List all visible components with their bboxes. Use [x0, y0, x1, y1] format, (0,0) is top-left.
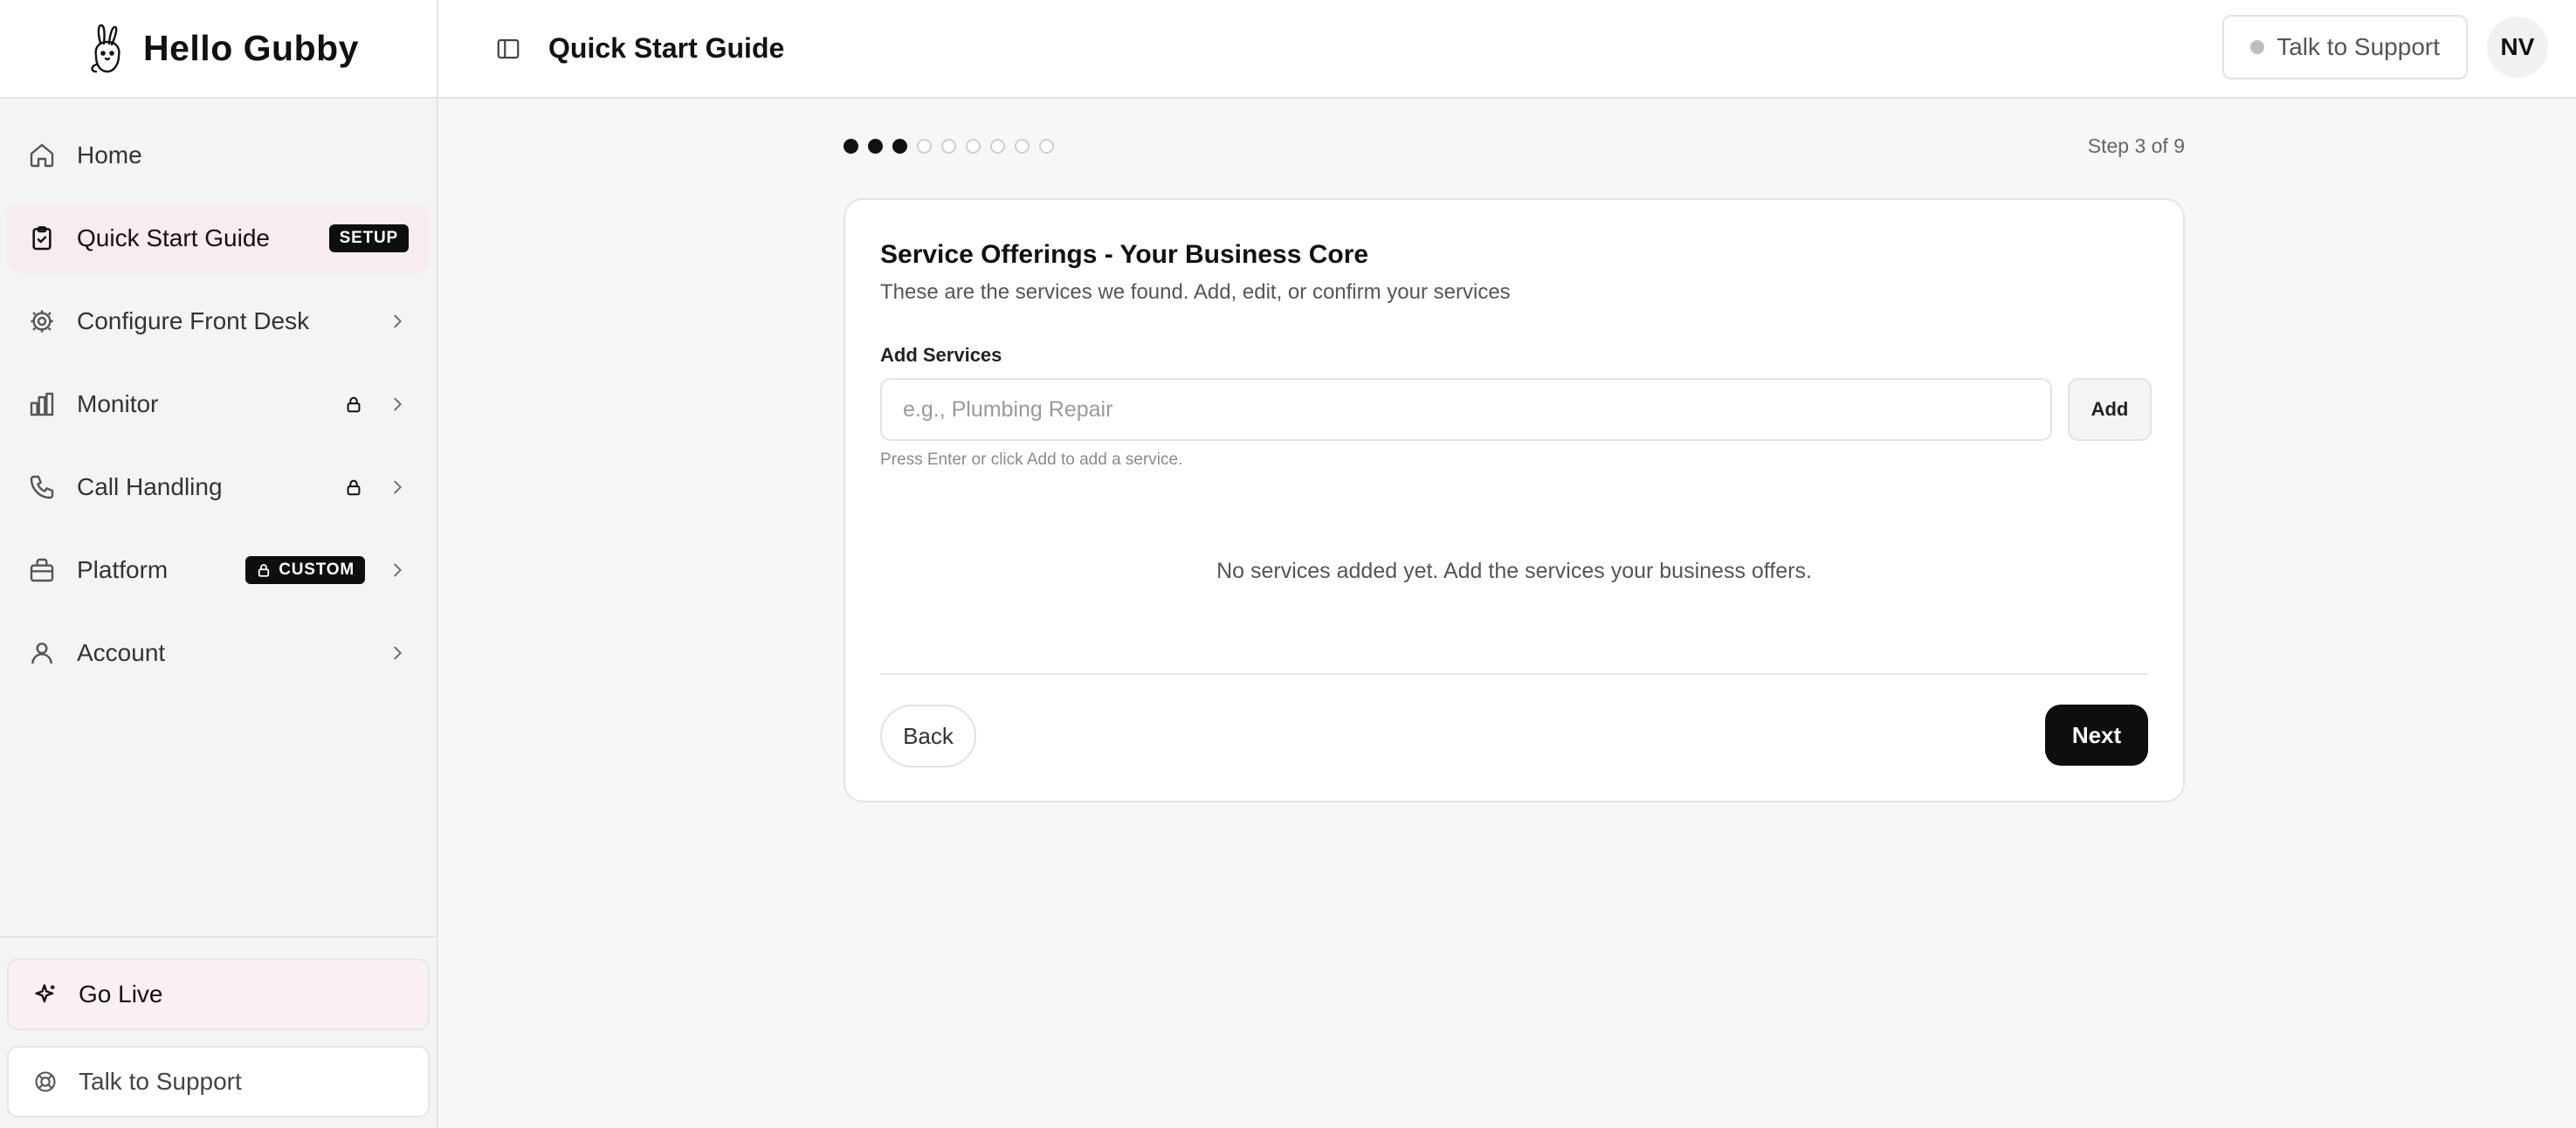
sidebar-toggle-icon[interactable] [492, 33, 524, 65]
lock-icon [342, 393, 365, 416]
go-live-button[interactable]: Go Live [7, 959, 430, 1030]
briefcase-icon [26, 554, 58, 586]
lock-icon [342, 476, 365, 499]
lock-icon [258, 564, 270, 577]
sidebar-item-account[interactable]: Account [7, 618, 430, 688]
chevron-right-icon [386, 476, 409, 499]
input-hint: Press Enter or click Add to add a servic… [880, 451, 1183, 469]
sidebar-nav: Home Quick Start Guide SETUP Configure F… [0, 99, 437, 688]
top-bar: Quick Start Guide Talk to Support NV [438, 0, 2576, 99]
custom-badge: CUSTOM [245, 556, 365, 584]
add-services-label: Add Services [880, 344, 1002, 366]
user-icon [26, 637, 58, 669]
support-label: Talk to Support [79, 1068, 242, 1095]
bar-chart-icon [26, 389, 58, 420]
add-service-button[interactable]: Add [2068, 378, 2152, 441]
sidebar-bottom: Go Live Talk to Support [0, 936, 437, 1128]
sidebar-item-label: Home [77, 141, 142, 169]
sidebar-item-platform[interactable]: Platform CUSTOM [7, 535, 430, 605]
progress-dot [844, 138, 858, 154]
progress-dot [990, 138, 1005, 154]
phone-icon [26, 471, 58, 503]
step-counter: Step 3 of 9 [2087, 134, 2185, 157]
avatar[interactable]: NV [2487, 17, 2548, 78]
setup-badge: SETUP [328, 224, 409, 252]
home-icon [26, 140, 58, 171]
lifebuoy-icon [31, 1068, 59, 1096]
sidebar-item-label: Platform [77, 556, 169, 583]
sidebar-talk-to-support-button[interactable]: Talk to Support [7, 1046, 430, 1118]
sidebar-item-home[interactable]: Home [7, 120, 430, 190]
card-title: Service Offerings - Your Business Core [880, 240, 1369, 269]
divider [880, 673, 2148, 675]
sidebar-item-quick-start-guide[interactable]: Quick Start Guide SETUP [7, 203, 430, 273]
sidebar-item-label: Configure Front Desk [77, 307, 310, 334]
sidebar-item-call-handling[interactable]: Call Handling [7, 452, 430, 522]
progress-dot [1015, 138, 1030, 154]
brand[interactable]: Hello Gubby [0, 0, 437, 99]
progress-dots [844, 133, 1054, 159]
service-input[interactable] [880, 378, 2052, 441]
sparkle-icon [31, 980, 59, 1008]
sidebar-item-label: Quick Start Guide [77, 224, 270, 251]
page-title: Quick Start Guide [548, 32, 785, 64]
next-button[interactable]: Next [2045, 705, 2148, 766]
sidebar-item-label: Call Handling [77, 473, 223, 500]
progress-dot [868, 138, 883, 154]
progress-dot [1039, 138, 1054, 154]
service-offerings-card: Service Offerings - Your Business Core T… [844, 198, 2185, 802]
app-name: Hello Gubby [143, 28, 359, 68]
sidebar: Hello Gubby Home Quick Start Guide SETUP… [0, 0, 438, 1128]
empty-state-message: No services added yet. Add the services … [1216, 559, 1812, 583]
chevron-right-icon [386, 393, 409, 416]
go-live-label: Go Live [79, 980, 163, 1008]
chevron-right-icon [386, 310, 409, 333]
sidebar-item-monitor[interactable]: Monitor [7, 369, 430, 439]
custom-badge-label: CUSTOM [279, 561, 355, 579]
clipboard-check-icon [26, 223, 58, 254]
chevron-right-icon [386, 559, 409, 581]
chevron-right-icon [386, 642, 409, 664]
gear-icon [26, 306, 58, 337]
sidebar-item-label: Account [77, 639, 166, 666]
bunny-logo-icon [86, 23, 129, 75]
progress-dot [941, 138, 956, 154]
sidebar-item-label: Monitor [77, 390, 159, 417]
back-button[interactable]: Back [880, 705, 976, 767]
sidebar-item-configure-front-desk[interactable]: Configure Front Desk [7, 286, 430, 356]
talk-to-support-label: Talk to Support [2276, 33, 2440, 60]
progress-dot [892, 138, 907, 154]
step-progress: Step 3 of 9 [844, 133, 2185, 159]
talk-to-support-button[interactable]: Talk to Support [2222, 15, 2468, 79]
status-dot-icon [2250, 40, 2265, 54]
progress-dot [917, 138, 932, 154]
card-subtitle: These are the services we found. Add, ed… [880, 280, 1511, 304]
progress-dot [966, 138, 981, 154]
